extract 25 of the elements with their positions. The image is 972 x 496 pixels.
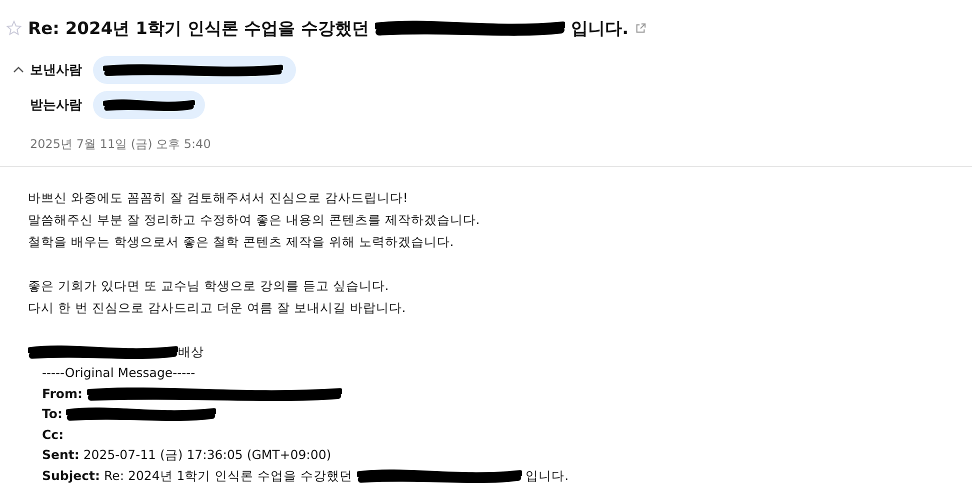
body-line: 좋은 기회가 있다면 또 교수님 학생으로 강의를 듣고 싶습니다. xyxy=(28,277,390,295)
external-link-icon[interactable] xyxy=(634,22,646,34)
email-date: 2025년 7월 11일 (금) 오후 5:40 xyxy=(30,137,211,151)
recipient-label: 받는사람 xyxy=(30,96,83,114)
sender-label: 보낸사람 xyxy=(30,62,83,78)
field-value-end: 입니다. xyxy=(526,466,569,484)
field-value: 2025-07-11 (금) 17:36:05 (GMT+09:00) xyxy=(83,446,332,464)
sender-chip[interactable] xyxy=(93,56,296,84)
email-subject: Re: 2024년 1학기 인식론 수업을 수강했던 xyxy=(28,18,370,40)
field-label: Cc: xyxy=(42,426,64,444)
chevron-icon[interactable] xyxy=(12,66,24,73)
recipient-chip[interactable] xyxy=(93,90,205,118)
email-subject-end: 입니다. xyxy=(571,18,629,40)
field-label: To: xyxy=(42,405,62,423)
field-label: Sent: xyxy=(42,446,80,464)
body-line: 철학을 배우는 학생으로서 좋은 철학 콘텐츠 제작을 위해 노력하겠습니다. xyxy=(28,233,455,251)
field-label: Subject: xyxy=(42,466,100,485)
body-line: 말씀해주신 부분 잘 정리하고 수정하여 좋은 내용의 콘텐츠를 제작하겠습니다. xyxy=(28,211,481,229)
body-line: 다시 한 번 진심으로 감사드리고 더운 여름 잘 보내시길 바랍니다. xyxy=(28,299,407,317)
field-value: Re: 2024년 1학기 인식론 수업을 수강했던 xyxy=(104,466,353,484)
original-message-title: -----Original Message----- xyxy=(42,364,196,382)
field-label: From: xyxy=(42,384,83,402)
signature-text: 배상 xyxy=(178,343,204,361)
body-line: 바쁘신 와중에도 꼼꼼히 잘 검토해주셔서 진심으로 감사드립니다! xyxy=(28,189,409,207)
star-icon[interactable] xyxy=(6,20,22,36)
